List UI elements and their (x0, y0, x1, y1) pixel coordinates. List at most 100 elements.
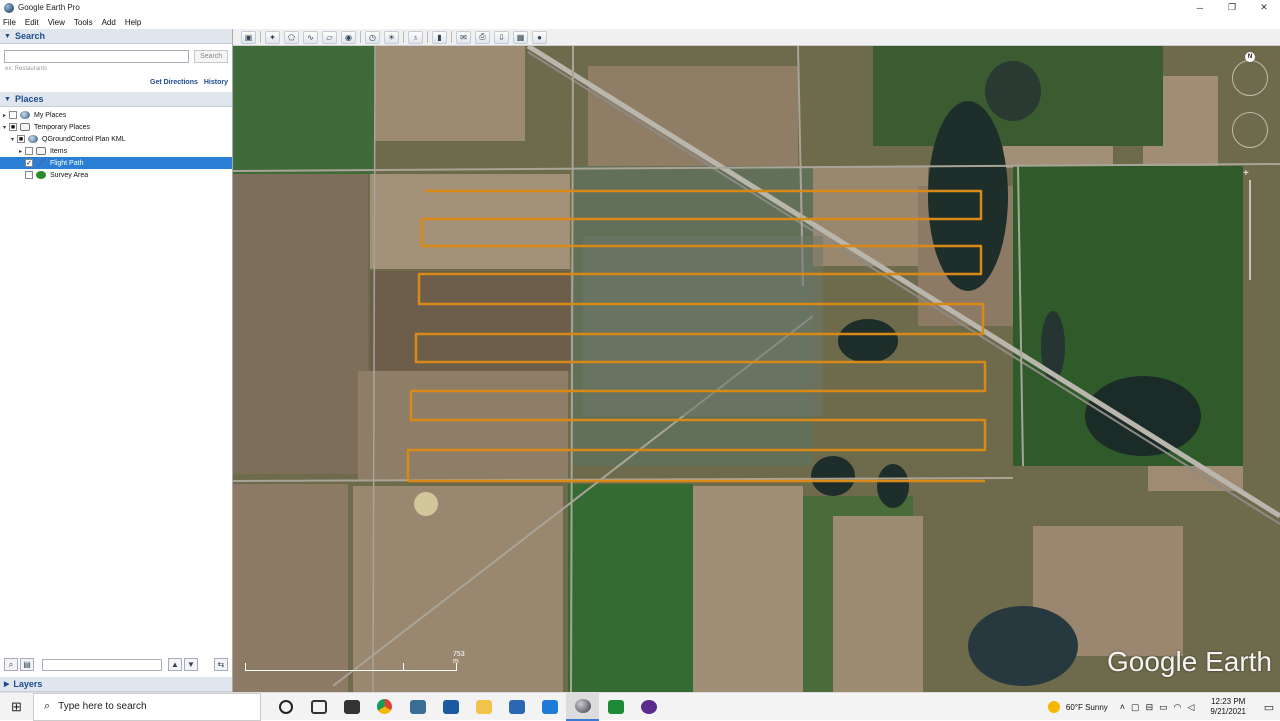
tree-item-survey-area[interactable]: Survey Area (0, 169, 232, 181)
menu-view[interactable]: View (48, 18, 65, 27)
places-tree: ▸ My Places ▾ ■ Temporary Places ▾ ■ QGr… (0, 107, 232, 181)
tree-item-label: Survey Area (50, 171, 89, 179)
email-icon[interactable]: ✉ (456, 30, 471, 44)
wifi-icon[interactable]: ◠ (1174, 702, 1182, 713)
tree-item-qgroundcontrol-plan[interactable]: ▾ ■ QGroundControl Plan KML (0, 133, 232, 145)
excel-icon[interactable] (335, 693, 368, 721)
expand-arrow-icon[interactable]: ▸ (16, 148, 25, 155)
earth-icon[interactable]: ● (532, 30, 547, 44)
search-input[interactable] (4, 50, 190, 63)
navigation-controls[interactable]: N + (1230, 52, 1270, 280)
places-panel-header[interactable]: ▼ Places (0, 92, 232, 107)
move-down-icon[interactable]: ▼ (184, 658, 198, 671)
record-tour-icon[interactable]: ◉ (341, 30, 356, 44)
expand-arrow-icon[interactable]: ▾ (0, 124, 9, 131)
cortana-icon[interactable] (269, 693, 302, 721)
historical-imagery-icon[interactable]: ◷ (365, 30, 380, 44)
add-path-icon[interactable]: ∿ (303, 30, 318, 44)
tree-item-label: Flight Path (50, 159, 84, 167)
move-up-icon[interactable]: ▲ (168, 658, 182, 671)
tree-item-items[interactable]: ▸ Items (0, 145, 232, 157)
checkbox[interactable] (9, 111, 17, 119)
checkbox[interactable] (25, 171, 33, 179)
search-panel-header[interactable]: ▼ Search (0, 29, 232, 44)
globe-icon (20, 111, 30, 119)
restore-icon[interactable]: ❐ (1216, 0, 1248, 15)
folder-icon (36, 147, 46, 155)
menu-help[interactable]: Help (125, 18, 141, 27)
visual-studio-icon[interactable] (500, 693, 533, 721)
window-app-icon[interactable] (533, 693, 566, 721)
collapse-triangle-icon: ▼ (4, 95, 11, 103)
add-image-overlay-icon[interactable]: ▱ (322, 30, 337, 44)
sidebar-toggle-icon[interactable]: ▣ (241, 30, 256, 44)
title-bar: Google Earth Pro ─ ❐ ✕ (0, 0, 1280, 15)
weather-widget[interactable]: 60°F Sunny (1047, 701, 1108, 713)
history-link[interactable]: History (204, 79, 228, 86)
checkbox[interactable]: ✓ (25, 159, 33, 167)
move-joystick-icon[interactable] (1232, 112, 1268, 148)
menu-add[interactable]: Add (102, 18, 116, 27)
menu-edit[interactable]: Edit (25, 18, 39, 27)
volume-icon[interactable]: ◁ (1187, 702, 1194, 713)
system-tray: 60°F Sunny ˄ ▢ ⊟ ▭ ◠ ◁ 12:23 PM 9/21/202… (1047, 693, 1280, 721)
taskbar-search-box[interactable]: ⌕ Type here to search (33, 692, 261, 721)
google-earth-watermark: Google Earth (1107, 646, 1272, 677)
layers-panel-header[interactable]: ▶ Layers (0, 677, 232, 692)
view-in-maps-icon[interactable]: ▦ (513, 30, 528, 44)
google-earth-taskbar-icon[interactable] (566, 692, 599, 721)
tree-item-temporary-places[interactable]: ▾ ■ Temporary Places (0, 121, 232, 133)
print-icon[interactable]: ⎙ (475, 30, 490, 44)
windows-taskbar: ⊞ ⌕ Type here to search 60°F Sunny ˄ ▢ ⊟… (0, 692, 1280, 721)
menu-file[interactable]: File (3, 18, 16, 27)
checkbox[interactable]: ■ (17, 135, 25, 143)
tour-icon[interactable]: ⇆ (214, 658, 228, 671)
zoom-slider[interactable] (1249, 180, 1251, 280)
collapse-triangle-icon: ▼ (4, 32, 11, 40)
expand-arrow-icon[interactable]: ▸ (0, 112, 9, 119)
look-joystick-icon[interactable] (1232, 60, 1268, 96)
network-icon[interactable]: ⊟ (1146, 702, 1154, 713)
map-view[interactable]: N + 753 m Google Earth (233, 46, 1280, 692)
zoom-in-icon[interactable]: + (1243, 168, 1249, 179)
search-icon[interactable]: ⌕ (4, 658, 18, 671)
polygon-icon (36, 171, 46, 179)
task-view-icon[interactable] (302, 693, 335, 721)
calculator-icon[interactable] (434, 693, 467, 721)
save-image-icon[interactable]: ⇩ (494, 30, 509, 44)
windows-start-icon[interactable]: ⊞ (0, 699, 33, 715)
tree-item-flight-path[interactable]: ✓ Flight Path (0, 157, 232, 169)
notification-icon[interactable]: ▭ (1258, 701, 1280, 714)
bird-app-icon[interactable] (401, 693, 434, 721)
battery-icon[interactable]: ▭ (1159, 702, 1168, 713)
checkbox[interactable] (25, 147, 33, 155)
ruler-icon[interactable]: ▮ (432, 30, 447, 44)
places-panel-title: Places (14, 94, 44, 104)
close-icon[interactable]: ✕ (1248, 0, 1280, 15)
add-polygon-icon[interactable]: ⬠ (284, 30, 299, 44)
clock[interactable]: 12:23 PM 9/21/2021 (1210, 697, 1246, 717)
expand-arrow-icon[interactable]: ▾ (8, 136, 17, 143)
minimize-icon[interactable]: ─ (1184, 0, 1216, 15)
obs-icon[interactable] (632, 693, 665, 721)
get-directions-link[interactable]: Get Directions (150, 79, 198, 86)
layers-panel-title: Layers (13, 679, 43, 689)
chevron-up-icon[interactable]: ˄ (1120, 702, 1125, 713)
add-placemark-icon[interactable]: ✦ (265, 30, 280, 44)
tree-item-my-places[interactable]: ▸ My Places (0, 109, 232, 121)
sunlight-icon[interactable]: ☀ (384, 30, 399, 44)
places-filter-input[interactable] (42, 658, 162, 671)
menu-tools[interactable]: Tools (74, 18, 93, 27)
checkbox[interactable]: ■ (9, 123, 17, 131)
file-explorer-icon[interactable] (467, 693, 500, 721)
qgroundcontrol-icon[interactable] (599, 693, 632, 721)
folder-icon (20, 123, 30, 131)
planet-switch-icon[interactable]: ♁ (408, 30, 423, 44)
menu-bar: File Edit View Tools Add Help (0, 15, 1280, 29)
satellite-imagery (233, 46, 1280, 692)
chrome-icon[interactable] (368, 693, 401, 721)
meet-now-icon[interactable]: ▢ (1131, 702, 1140, 713)
search-button[interactable]: Search (194, 50, 228, 63)
panel-toggle-icon[interactable]: ▤ (20, 658, 34, 671)
scale-ruler (245, 663, 457, 671)
